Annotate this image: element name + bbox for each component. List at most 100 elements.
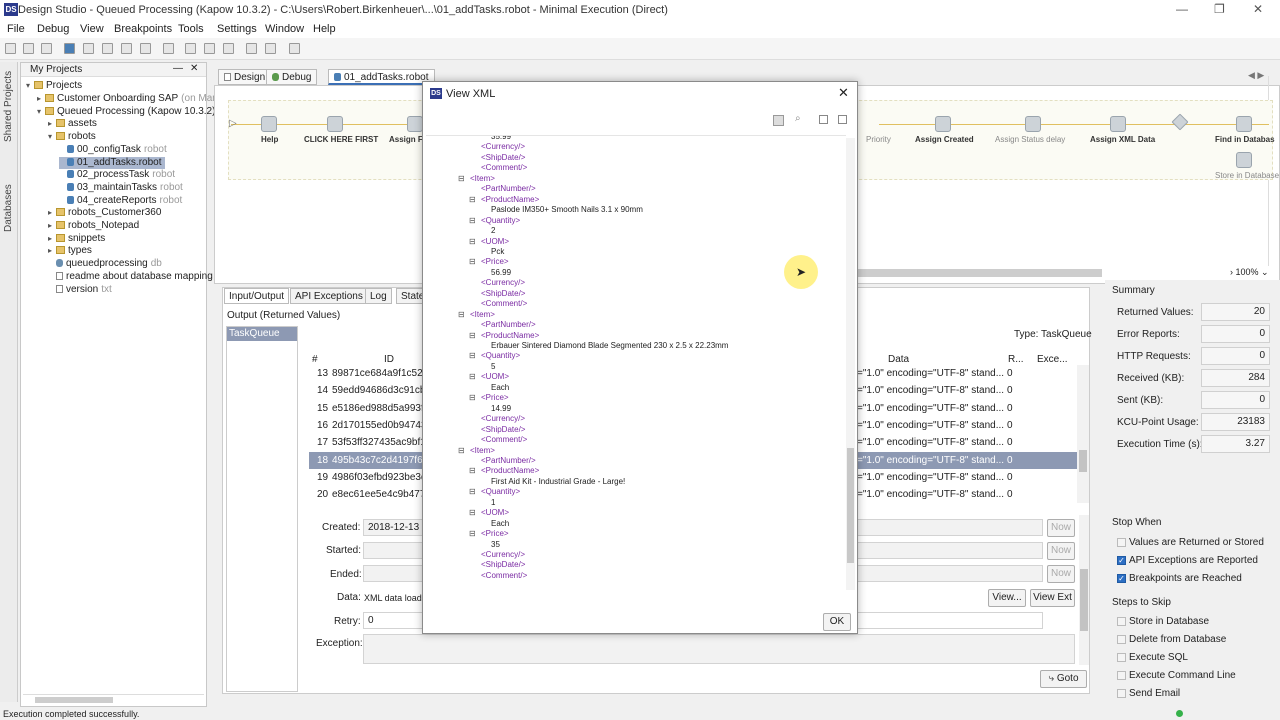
collapse-node-icon[interactable]: ⊟ [469,372,476,381]
tree-root[interactable]: ▾ Projects [26,80,82,92]
flow-node-assign-xml-data[interactable] [1110,116,1126,132]
minimize-icon[interactable]: — [1176,2,1188,16]
collapse-node-icon[interactable]: ⊟ [469,331,476,340]
flow-node-assign-created[interactable] [935,116,951,132]
tree-item[interactable]: ▾ robots [48,131,99,143]
tree-item[interactable]: ▾Queued Processing (Kapow 10.3.2)( [37,106,222,118]
tab-api-exceptions[interactable]: API Exceptions [290,288,368,304]
collapse-node-icon[interactable]: ⊟ [469,508,476,517]
flow-node-store-in-database[interactable] [1236,152,1252,168]
maximize-icon[interactable]: ❐ [1214,2,1225,16]
list-item[interactable]: TaskQueue [227,327,297,341]
save-icon[interactable] [23,43,34,54]
tree-item[interactable]: ▸ Customer Onboarding SAP (on Manag [37,93,229,105]
expand-icon[interactable]: ▸ [48,118,56,130]
projects-hscrollbar[interactable] [23,694,204,704]
flow-node-help[interactable] [261,116,277,132]
skip-step-checkbox[interactable] [1117,635,1126,644]
flow-node-decision[interactable] [1171,113,1189,131]
tree-item[interactable]: ▸ robots_Customer360 [48,207,164,219]
step-into-icon[interactable] [102,43,113,54]
created-now-button[interactable]: Now [1047,519,1075,537]
tree-item[interactable]: version txt [48,284,112,296]
collapse-icon[interactable]: ▾ [26,80,34,92]
menu-tools[interactable]: Tools [178,23,204,35]
collapse-node-icon[interactable]: ⊟ [458,174,465,183]
tree-item[interactable]: ▸ robots_Notepad [48,220,142,232]
stop-icon[interactable] [163,43,174,54]
menu-help[interactable]: Help [313,23,336,35]
tree-item[interactable]: readme about database mapping.t [48,271,221,283]
scroll-thumb[interactable] [1080,569,1088,631]
details-vscrollbar[interactable] [1079,515,1089,665]
menu-window[interactable]: Window [265,23,304,35]
tab-log[interactable]: Log [365,288,392,304]
run-icon[interactable] [64,43,75,54]
close-icon[interactable]: ✕ [1253,2,1263,16]
expand-all-icon[interactable] [819,115,828,124]
collapse-node-icon[interactable]: ⊟ [469,529,476,538]
tree-item[interactable]: 03_maintainTasks robot [59,182,183,194]
tree-item[interactable]: 04_createReports robot [59,195,182,207]
started-now-button[interactable]: Now [1047,542,1075,560]
menu-settings[interactable]: Settings [217,23,257,35]
expand-icon[interactable]: ▸ [48,207,56,219]
menu-debug[interactable]: Debug [37,23,69,35]
tree-item[interactable]: queuedprocessing db [48,258,162,270]
tree-item[interactable]: 02_processTask robot [59,169,175,181]
dialog-close-icon[interactable]: ✕ [838,85,849,101]
scroll-thumb[interactable] [1079,450,1087,472]
shared-projects-tab[interactable]: Shared Projects [3,71,14,142]
menu-file[interactable]: File [7,23,25,35]
tab-file[interactable]: 01_addTasks.robot [328,69,435,85]
skip-step-checkbox[interactable] [1117,689,1126,698]
collapse-node-icon[interactable]: ⊟ [458,446,465,455]
expand-icon[interactable]: ▸ [37,93,45,105]
col-header-data[interactable]: Data [888,354,909,365]
tree-item[interactable]: 01_addTasks.robot [59,156,165,169]
skip-step-checkbox[interactable] [1117,653,1126,662]
stop-when-checkbox[interactable]: ✓ [1117,574,1126,583]
goto-button[interactable]: ⤷ Goto [1040,670,1087,688]
ended-now-button[interactable]: Now [1047,565,1075,583]
collapse-node-icon[interactable]: ⊟ [469,195,476,204]
tab-debug[interactable]: Debug [266,69,318,85]
collapse-node-icon[interactable]: ⊟ [469,351,476,360]
stop-when-checkbox[interactable]: ✓ [1117,556,1126,565]
tab-input-output[interactable]: Input/Output [224,288,290,304]
minimize-panel-icon[interactable]: — [173,63,183,74]
exception-field[interactable] [363,634,1075,664]
skip-step-checkbox[interactable] [1117,671,1126,680]
collapse-node-icon[interactable]: ⊟ [469,237,476,246]
step-over-icon[interactable] [83,43,94,54]
save-all-icon[interactable] [41,43,52,54]
xml-view-icon[interactable] [773,115,784,126]
col-header-num[interactable]: # [312,354,318,365]
tab-design[interactable]: Design [218,69,272,85]
refresh-icon[interactable] [289,43,300,54]
collapse-all-icon[interactable] [838,115,847,124]
skip-step-checkbox[interactable] [1117,617,1126,626]
xml-tree[interactable]: 35.99 <Currency/> <ShipDate/> <Comment/> ⊟ <I… [426,135,846,590]
collapse-node-icon[interactable]: ⊟ [469,466,476,475]
break-icon[interactable] [223,43,234,54]
pause-icon[interactable] [140,43,151,54]
tree-item[interactable]: ▸ types [48,245,95,257]
step-back-icon[interactable] [121,43,132,54]
col-header-r[interactable]: R... [1008,354,1024,365]
tree-item[interactable]: ▸ snippets [48,233,108,245]
expand-icon[interactable]: ▾ [48,131,56,143]
scroll-thumb[interactable] [35,697,113,703]
stop-when-checkbox[interactable] [1117,538,1126,547]
view-ext-button[interactable]: View Ext [1030,589,1075,607]
zoom-level[interactable]: › 100% ⌄ [1230,267,1269,278]
expand-icon[interactable]: ▸ [48,220,56,232]
flow-node-assign-status-delay[interactable] [1025,116,1041,132]
expand-icon[interactable]: ▸ [48,245,56,257]
menu-view[interactable]: View [80,23,104,35]
scroll-thumb[interactable] [847,448,854,563]
find-icon[interactable]: ⌕ [795,113,801,124]
collapse-node-icon[interactable]: ⊟ [469,257,476,266]
scroll-left-icon[interactable]: ◀ ▶ [1248,70,1264,81]
scroll-thumb[interactable] [858,269,1102,277]
